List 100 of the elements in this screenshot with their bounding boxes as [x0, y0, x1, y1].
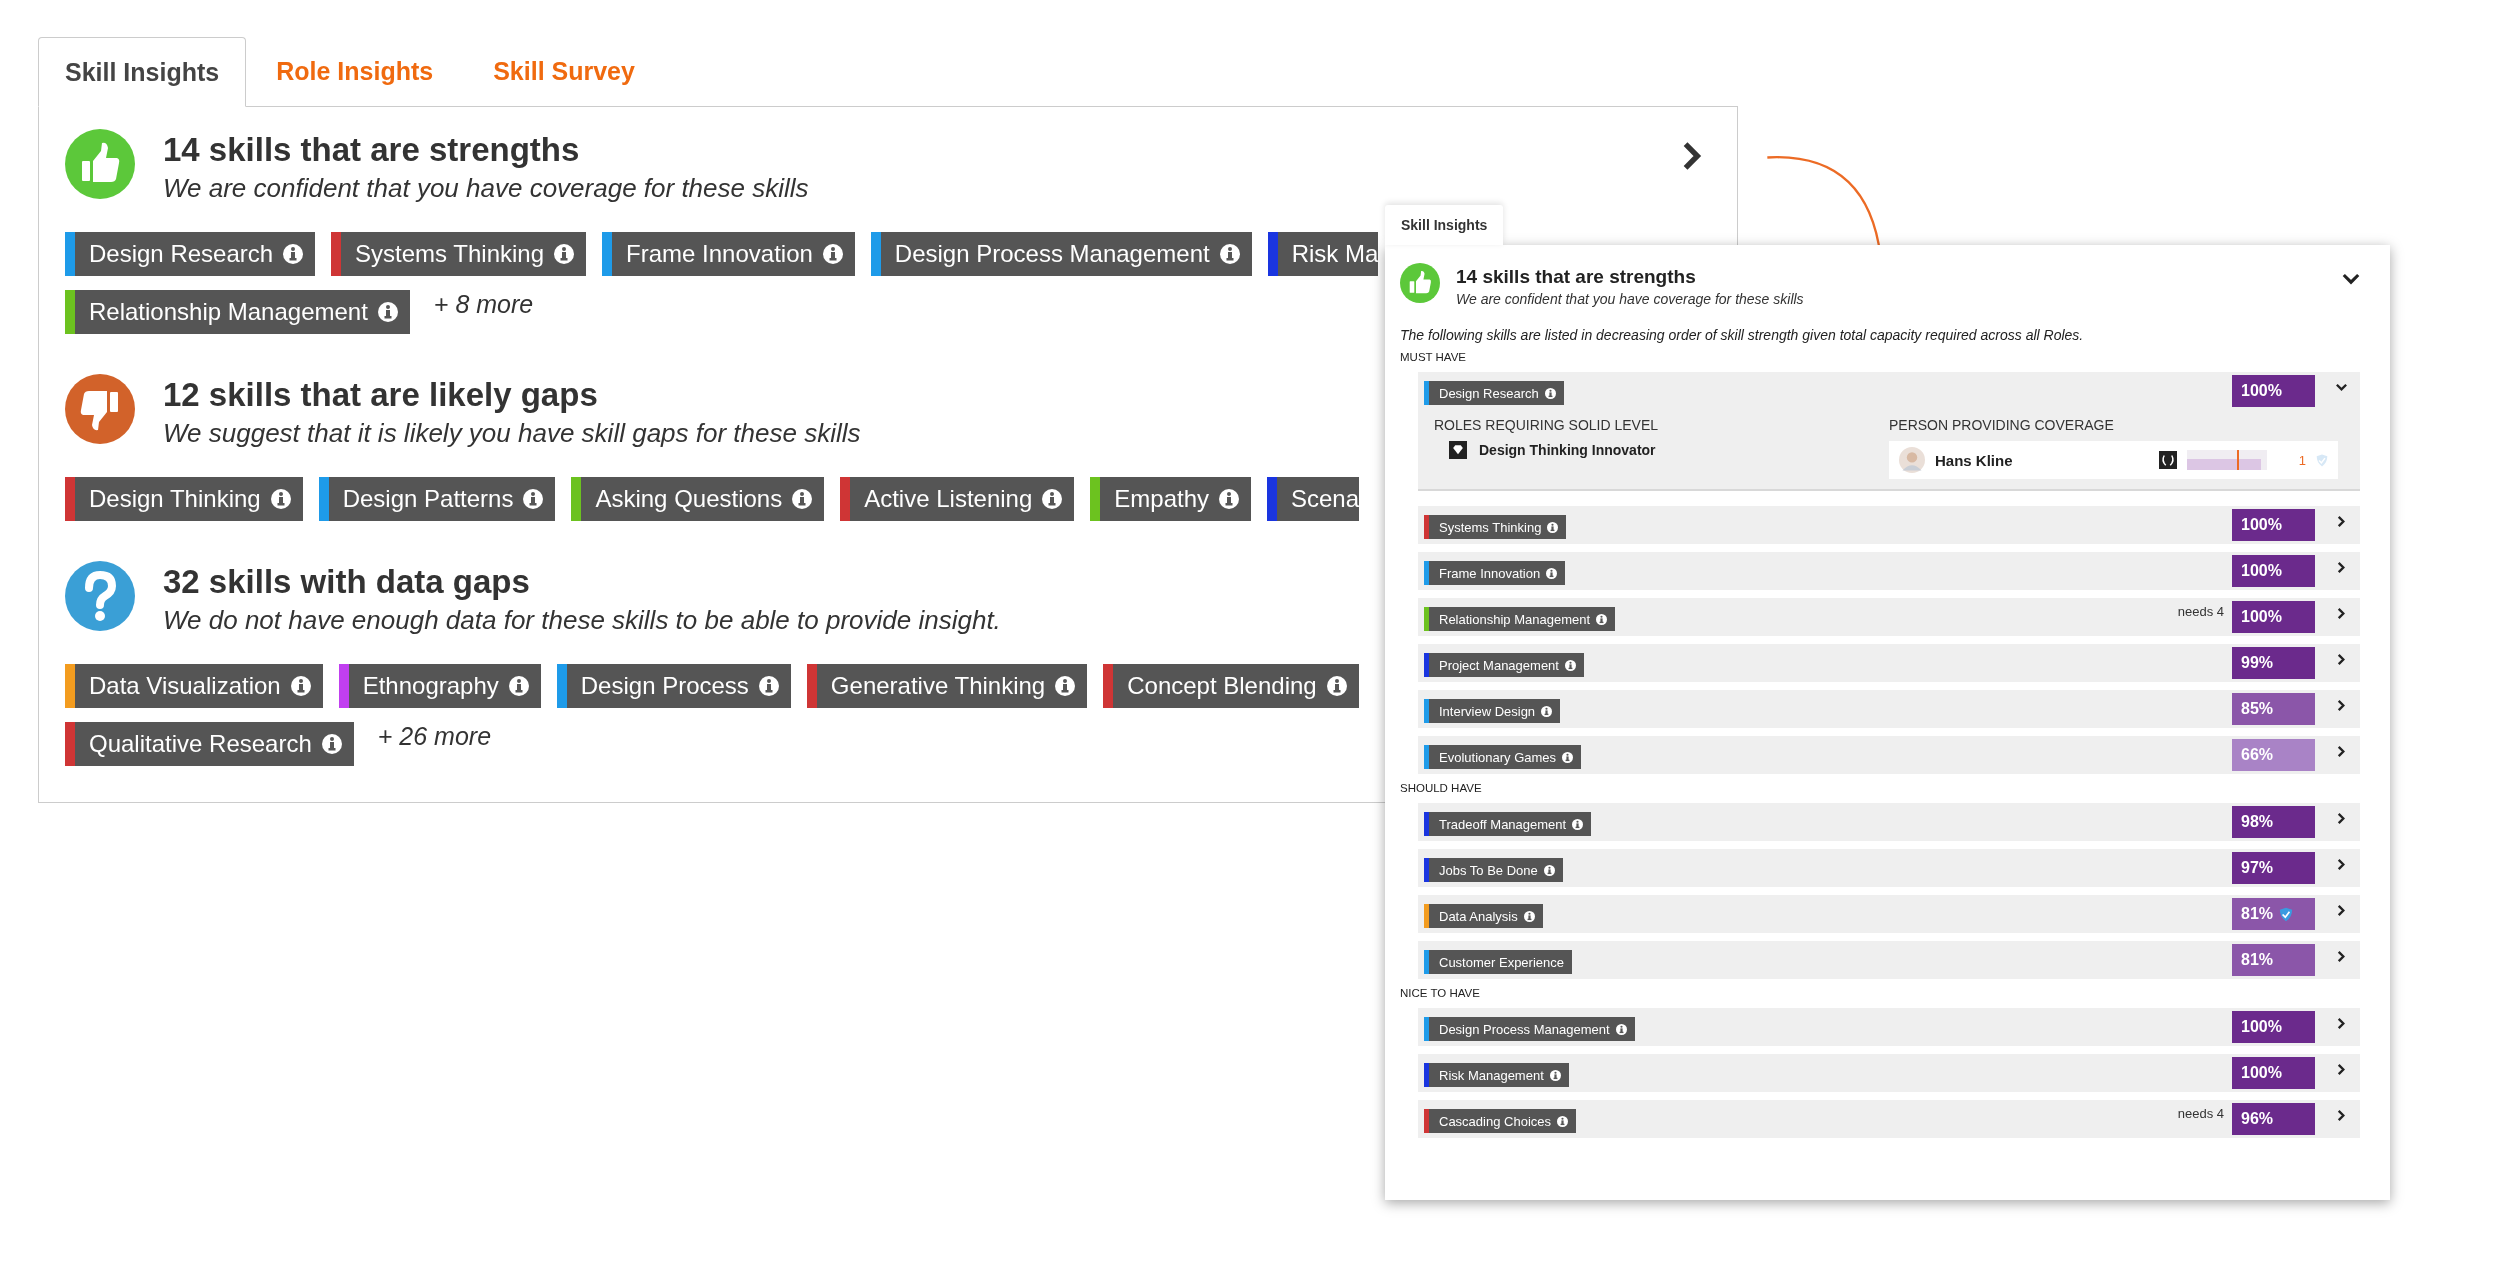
info-icon[interactable] [758, 676, 779, 696]
info-icon[interactable] [1523, 910, 1535, 922]
info-icon[interactable] [321, 734, 342, 754]
skill-tag[interactable]: Scena [1267, 477, 1360, 521]
info-icon[interactable] [270, 489, 291, 509]
more-link[interactable]: + 8 more [433, 290, 534, 319]
skill-row[interactable]: Interview Design 85% [1418, 690, 2360, 728]
skill-row[interactable]: Design Research 100% ROLES REQUIRING SOLID LEVEL Design Thinking Innovator PERSON PROVIDING COVERAGE Hans Kline 1 [1418, 372, 2360, 491]
percent-badge: 100% [2232, 555, 2315, 587]
info-icon[interactable] [1546, 567, 1558, 579]
skill-tag[interactable]: Ethnography [338, 664, 541, 708]
skill-tag[interactable]: Systems Thinking [331, 232, 587, 276]
skill-tag[interactable]: Design Process Management [870, 232, 1252, 276]
skill-tag[interactable]: Frame Innovation [602, 232, 855, 276]
info-icon[interactable] [1326, 676, 1347, 696]
thumbs-up-icon [1400, 263, 1440, 303]
chevron-right-icon[interactable] [2335, 653, 2348, 666]
skill-tag[interactable]: Empathy [1090, 477, 1251, 521]
chevron-right-icon[interactable] [2335, 1017, 2348, 1030]
skill-row[interactable]: Data Analysis 81% [1418, 895, 2360, 933]
chevron-down-icon[interactable] [2342, 273, 2360, 286]
skill-tag[interactable]: Tradeoff Management [1424, 812, 1592, 836]
skill-row[interactable]: Customer Experience 81% [1418, 941, 2360, 979]
skill-tag[interactable]: Relationship Management [1424, 607, 1616, 631]
chevron-right-icon[interactable] [2335, 561, 2348, 574]
skill-tag[interactable]: Concept Blending [1103, 664, 1359, 708]
info-icon[interactable] [283, 244, 304, 264]
info-icon[interactable] [290, 676, 311, 696]
info-icon[interactable] [1055, 676, 1076, 696]
info-icon[interactable] [1596, 613, 1608, 625]
skill-tag[interactable]: Systems Thinking [1424, 515, 1567, 539]
skill-row[interactable]: Evolutionary Games 66% [1418, 736, 2360, 774]
chevron-right-icon[interactable] [2335, 515, 2348, 528]
skill-tag[interactable]: Design Patterns [318, 477, 556, 521]
person-card[interactable]: Hans Kline 1 [1889, 441, 2338, 479]
info-icon[interactable] [1564, 659, 1576, 671]
skill-tag[interactable]: Risk Ma [1267, 232, 1379, 276]
info-icon[interactable] [523, 489, 544, 509]
chevron-right-icon[interactable] [1681, 141, 1703, 171]
skill-tag[interactable]: Active Listening [840, 477, 1075, 521]
skill-tag[interactable]: Asking Questions [571, 477, 825, 521]
info-icon[interactable] [1543, 864, 1555, 876]
skill-tag[interactable]: Data Visualization [65, 664, 323, 708]
info-icon[interactable] [1544, 387, 1556, 399]
skill-tag[interactable]: Evolutionary Games [1424, 745, 1582, 769]
info-icon[interactable] [822, 244, 843, 264]
skill-tag[interactable]: Interview Design [1424, 699, 1561, 723]
section-subtitle: We suggest that it is likely you have skill gaps for these skills [163, 418, 861, 449]
skill-row[interactable]: Relationship Management needs 4 100% [1418, 598, 2360, 636]
info-icon[interactable] [377, 302, 398, 322]
chevron-right-icon[interactable] [2335, 812, 2348, 825]
tab[interactable]: Skill Insights [38, 37, 247, 107]
info-icon[interactable] [1549, 1069, 1561, 1081]
skill-tag[interactable]: Frame Innovation [1424, 561, 1566, 585]
skill-tag[interactable]: Jobs To Be Done [1424, 858, 1563, 882]
skill-tag[interactable]: Design Research [1424, 381, 1564, 405]
info-icon[interactable] [1547, 521, 1559, 533]
skill-row[interactable]: Design Process Management 100% [1418, 1008, 2360, 1046]
skill-row[interactable]: Tradeoff Management 98% [1418, 803, 2360, 841]
info-icon[interactable] [1042, 489, 1063, 509]
skill-row[interactable]: Project Management 99% [1418, 644, 2360, 682]
skill-tag[interactable]: Design Process [556, 664, 791, 708]
skill-tag[interactable]: Cascading Choices [1424, 1109, 1576, 1133]
chevron-right-icon[interactable] [2335, 699, 2348, 712]
info-icon[interactable] [1572, 818, 1584, 830]
skill-row[interactable]: Cascading Choices needs 4 96% [1418, 1100, 2360, 1138]
skill-tag[interactable]: Risk Management [1424, 1063, 1569, 1087]
skill-row[interactable]: Risk Management 100% [1418, 1054, 2360, 1092]
chevron-right-icon[interactable] [2335, 1063, 2348, 1076]
skill-tag[interactable]: Relationship Management [65, 290, 410, 334]
chevron-right-icon[interactable] [2335, 950, 2348, 963]
info-icon[interactable] [1541, 705, 1553, 717]
info-icon[interactable] [554, 244, 575, 264]
info-icon[interactable] [1557, 1115, 1568, 1127]
info-icon[interactable] [508, 676, 529, 696]
info-icon[interactable] [792, 489, 813, 509]
chevron-right-icon[interactable] [2335, 858, 2348, 871]
skill-tag[interactable]: Customer Experience [1424, 950, 1572, 974]
chevron-right-icon[interactable] [2335, 607, 2348, 620]
more-link[interactable]: + 26 more [377, 722, 492, 751]
chevron-right-icon[interactable] [2335, 1109, 2348, 1122]
tab[interactable]: Skill Insights [1385, 205, 1504, 245]
skill-tag[interactable]: Qualitative Research [65, 722, 354, 766]
skill-tag[interactable]: Project Management [1424, 653, 1584, 677]
skill-tag[interactable]: Design Process Management [1424, 1017, 1635, 1041]
skill-row[interactable]: Frame Innovation 100% [1418, 552, 2360, 590]
skill-tag[interactable]: Generative Thinking [806, 664, 1088, 708]
chevron-right-icon[interactable] [2335, 904, 2348, 917]
skill-tag[interactable]: Design Thinking [65, 477, 303, 521]
skill-row[interactable]: Jobs To Be Done 97% [1418, 849, 2360, 887]
chevron-right-icon[interactable] [2335, 745, 2348, 758]
info-icon[interactable] [1219, 489, 1239, 509]
info-icon[interactable] [1219, 244, 1240, 264]
skill-row[interactable]: Systems Thinking 100% [1418, 506, 2360, 544]
role-name[interactable]: Design Thinking Innovator [1479, 442, 1656, 458]
skill-tag[interactable]: Data Analysis [1424, 904, 1543, 928]
chevron-down-icon[interactable] [2335, 381, 2348, 394]
skill-tag[interactable]: Design Research [65, 232, 316, 276]
info-icon[interactable] [1562, 751, 1574, 763]
info-icon[interactable] [1615, 1023, 1627, 1035]
